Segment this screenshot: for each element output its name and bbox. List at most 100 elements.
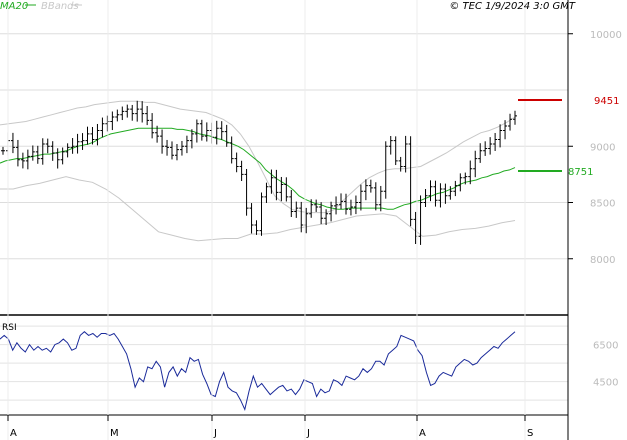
ohlc-bar	[204, 122, 209, 142]
support-label: 8751	[568, 167, 593, 178]
ohlc-bar	[110, 111, 115, 131]
ohlc-bar	[135, 100, 140, 122]
ohlc-bar	[105, 115, 110, 132]
ohlc-bar	[189, 129, 194, 149]
ohlc-bar	[160, 129, 165, 154]
ohlc-bar	[30, 145, 35, 161]
price-gridlines	[0, 33, 568, 260]
ohlc-bar	[120, 106, 125, 121]
ohlc-bar	[234, 152, 239, 173]
ohlc-bar	[314, 199, 319, 212]
ohlc-bar	[10, 132, 15, 154]
ohlc-bar	[15, 139, 20, 167]
rsi-gridlines	[0, 325, 568, 401]
ohlc-bar	[20, 152, 25, 169]
ohlc-bar	[125, 104, 130, 118]
ohlc-bar	[239, 160, 244, 182]
ohlc-bar	[398, 156, 403, 172]
bbands-group	[0, 100, 516, 242]
price-y-tick-label: 8500	[590, 199, 615, 210]
ohlc-bar	[199, 119, 204, 141]
price-y-tick-label: 10000	[590, 30, 622, 41]
price-y-tick-label: 9000	[590, 142, 615, 153]
x-tick-label: A	[419, 428, 426, 439]
rsi-y-tick-label: 6500	[593, 341, 618, 352]
rsi-y-tick-labels: 4500 6500	[593, 341, 618, 389]
ohlc-bar	[339, 193, 344, 210]
ohlc-bar	[100, 117, 105, 138]
ohlc-bar	[254, 220, 259, 235]
ohlc-bar	[358, 184, 363, 211]
ohlc-bar	[508, 113, 513, 131]
rsi-line	[0, 331, 516, 411]
ohlc-bar	[179, 140, 184, 156]
x-axis-ticks: AMJJAS	[7, 0, 533, 440]
ohlc-bar	[388, 136, 393, 155]
ohlc-bar	[448, 186, 453, 200]
ohlc-bar	[368, 179, 373, 193]
ohlc-bar	[140, 101, 145, 123]
x-tick-label: A	[10, 428, 17, 439]
ohlc-bar	[145, 105, 150, 126]
ohlc-bar	[473, 150, 478, 178]
ohlc-bar	[50, 141, 55, 161]
rsi-group	[0, 331, 516, 411]
bbands-legend-label: BBands	[41, 1, 79, 12]
ma20-legend-label: MA20	[0, 1, 28, 12]
ohlc-bar	[493, 132, 498, 151]
ohlc-bar	[1, 146, 5, 155]
ohlc-bar	[229, 136, 234, 164]
ohlc-bar	[259, 192, 264, 236]
ohlc-bar	[115, 109, 120, 122]
ohlc-bar	[95, 123, 100, 146]
ohlc-bar	[378, 185, 383, 212]
ohlc-bar	[165, 139, 170, 156]
stock-chart: 8000 8500 9000 10000 4500 6500 A M J J A S MA20 B…	[0, 0, 622, 440]
ohlc-bar	[498, 124, 503, 148]
ohlc-bar	[150, 113, 155, 139]
ohlc-bar	[458, 173, 463, 192]
ohlc-bar	[194, 119, 199, 143]
ohlc-bar	[55, 148, 60, 169]
ohlc-bar	[130, 104, 135, 121]
ohlc-bar	[75, 133, 80, 154]
ohlc-bar	[373, 182, 378, 211]
rsi-label: RSI	[2, 323, 17, 333]
x-tick-label: S	[527, 428, 533, 439]
ohlc-bar	[219, 121, 224, 140]
ohlc-bar	[408, 136, 413, 227]
ohlc-bar	[214, 120, 219, 145]
ohlc-bar	[224, 124, 229, 147]
bbands-upper-line	[0, 100, 516, 214]
ohlc-bar	[438, 183, 443, 208]
price-y-tick-label: 8000	[590, 255, 615, 266]
ohlc-bar	[363, 179, 368, 201]
ohlc-bar	[334, 196, 339, 215]
ohlc-bar	[483, 141, 488, 156]
ohlc-bar	[184, 135, 189, 154]
ohlc-bar	[170, 141, 175, 160]
price-y-tick-labels: 8000 8500 9000 10000	[568, 30, 622, 266]
ohlc-bar	[60, 147, 65, 165]
price-bars	[1, 100, 517, 245]
ohlc-bar	[289, 190, 294, 218]
resistance-label: 9451	[594, 96, 619, 107]
ohlc-bar	[25, 149, 30, 170]
ohlc-bar	[85, 126, 90, 145]
ohlc-bar	[80, 133, 85, 150]
ohlc-bar	[264, 182, 269, 203]
ohlc-bar	[443, 183, 448, 204]
ohlc-bar	[353, 195, 358, 215]
ohlc-bar	[428, 180, 433, 202]
x-tick-label: M	[110, 428, 119, 439]
ohlc-bar	[249, 203, 254, 234]
source-timestamp: © TEC 1/9/2024 3:0 GMT	[449, 1, 576, 12]
ohlc-bar	[284, 177, 289, 202]
x-tick-label: J	[306, 428, 310, 439]
ohlc-bar	[40, 138, 45, 165]
ohlc-bar	[393, 136, 398, 166]
ohlc-bar	[244, 168, 249, 216]
x-tick-label: J	[213, 428, 217, 439]
rsi-y-tick-label: 4500	[593, 378, 618, 389]
ohlc-bar	[403, 135, 408, 173]
